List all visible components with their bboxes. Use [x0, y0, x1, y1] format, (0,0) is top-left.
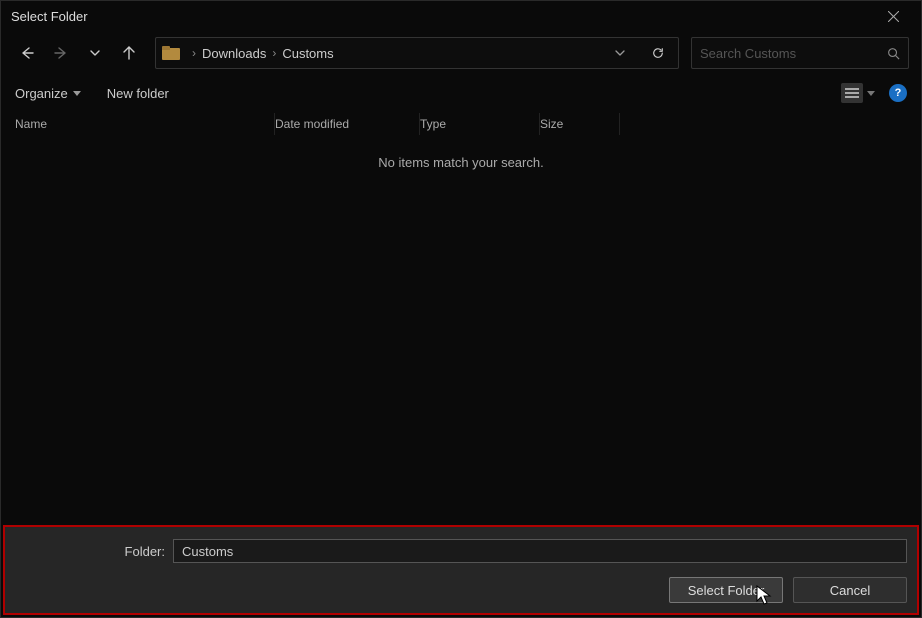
new-folder-label: New folder: [107, 86, 169, 101]
window-title: Select Folder: [11, 9, 88, 24]
arrow-right-icon: [54, 46, 68, 60]
select-folder-button[interactable]: Select Folder: [669, 577, 783, 603]
file-list-area: No items match your search.: [1, 137, 921, 525]
refresh-button[interactable]: [644, 38, 672, 68]
select-folder-dialog: Select Folder › Downloads › Customs: [0, 0, 922, 618]
search-icon: [887, 47, 900, 60]
cancel-button[interactable]: Cancel: [793, 577, 907, 603]
nav-row: › Downloads › Customs Search Customs: [1, 31, 921, 75]
folder-icon: [162, 46, 180, 60]
help-button[interactable]: ?: [889, 84, 907, 102]
address-bar[interactable]: › Downloads › Customs: [155, 37, 679, 69]
close-button[interactable]: [873, 1, 913, 31]
close-icon: [888, 11, 899, 22]
help-icon: ?: [895, 87, 902, 99]
folder-input[interactable]: [173, 539, 907, 563]
toolbar: Organize New folder ?: [1, 75, 921, 111]
chevron-down-icon: [73, 91, 81, 96]
empty-message: No items match your search.: [378, 155, 543, 170]
chevron-down-icon: [867, 91, 875, 96]
back-button[interactable]: [13, 38, 41, 68]
breadcrumb-separator: ›: [192, 46, 196, 60]
col-header-name[interactable]: Name: [15, 113, 275, 135]
column-headers: Name Date modified Type Size: [1, 111, 921, 137]
search-input[interactable]: Search Customs: [691, 37, 909, 69]
new-folder-button[interactable]: New folder: [107, 86, 169, 101]
organize-label: Organize: [15, 86, 68, 101]
col-header-date[interactable]: Date modified: [275, 113, 420, 135]
breadcrumb-separator: ›: [272, 46, 276, 60]
refresh-icon: [652, 47, 664, 59]
button-row: Select Folder Cancel: [15, 577, 907, 603]
search-placeholder: Search Customs: [700, 46, 796, 61]
arrow-up-icon: [122, 46, 136, 60]
breadcrumb-customs[interactable]: Customs: [282, 46, 333, 61]
col-header-type[interactable]: Type: [420, 113, 540, 135]
chevron-down-icon: [88, 46, 102, 60]
list-icon: [845, 88, 859, 90]
arrow-left-icon: [20, 46, 34, 60]
view-mode-button[interactable]: [841, 83, 863, 103]
organize-menu[interactable]: Organize: [15, 86, 81, 101]
up-button[interactable]: [115, 38, 143, 68]
col-header-size[interactable]: Size: [540, 113, 620, 135]
forward-button[interactable]: [47, 38, 75, 68]
footer-panel: Folder: Select Folder Cancel: [3, 525, 919, 615]
folder-label: Folder:: [15, 544, 165, 559]
chevron-down-icon: [614, 47, 626, 59]
breadcrumb-downloads[interactable]: Downloads: [202, 46, 266, 61]
address-dropdown[interactable]: [606, 38, 634, 68]
recent-dropdown[interactable]: [81, 38, 109, 68]
folder-row: Folder:: [15, 539, 907, 563]
titlebar: Select Folder: [1, 1, 921, 31]
